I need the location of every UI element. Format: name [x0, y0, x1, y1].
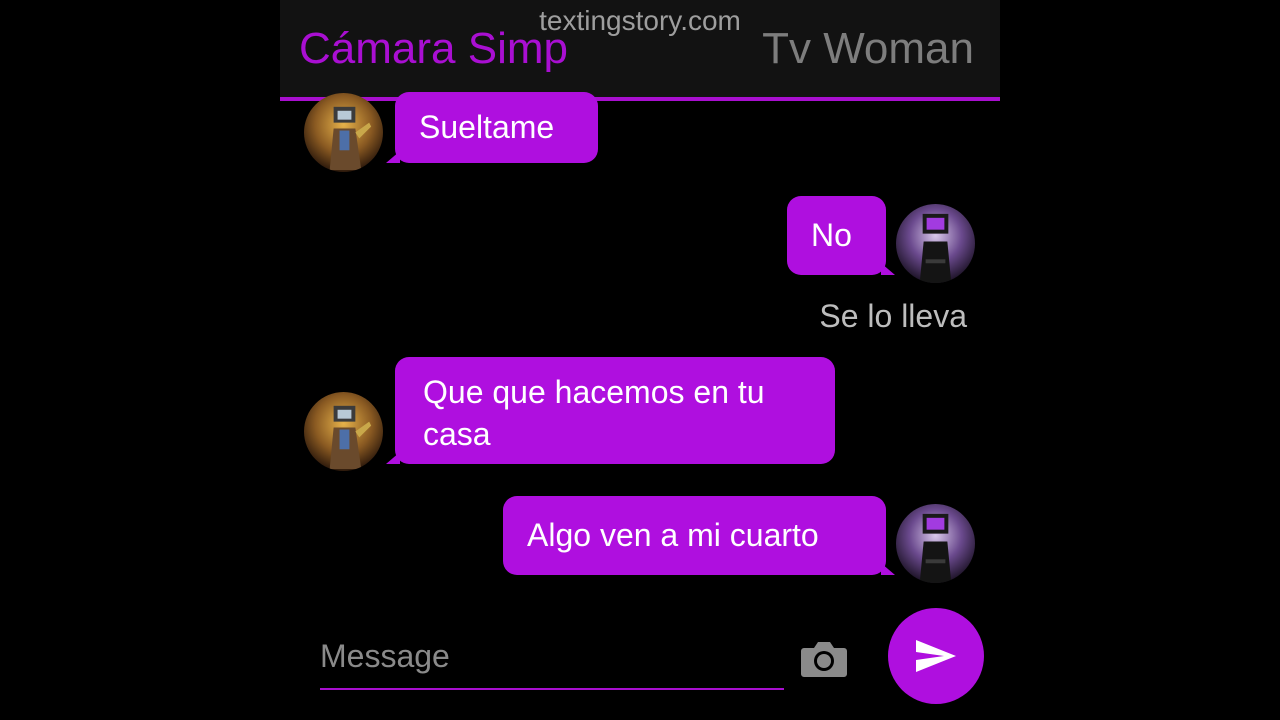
message-bubble-incoming: Que que hacemos en tu casa: [386, 357, 835, 464]
tv-woman-avatar-icon: [896, 204, 975, 283]
send-button[interactable]: [888, 608, 984, 704]
chat-screen: textingstory.com Cámara Simp Tv Woman Su…: [280, 0, 1000, 720]
message-bubble-incoming: Sueltame: [386, 92, 598, 163]
tv-woman-avatar-icon: [896, 504, 975, 583]
message-text: Que que hacemos en tu casa: [423, 374, 765, 452]
message-input[interactable]: [320, 630, 784, 675]
left-contact-avatar: [304, 392, 383, 471]
message-text: No: [811, 217, 852, 253]
right-contact-name: Tv Woman: [762, 24, 974, 73]
camera-icon[interactable]: [800, 640, 848, 678]
message-text: Algo ven a mi cuarto: [527, 517, 819, 553]
camera-man-avatar-icon: [304, 93, 383, 172]
message-composer: [320, 630, 784, 690]
send-icon: [916, 640, 956, 672]
bubble-tail: [386, 452, 400, 464]
left-contact-name: Cámara Simp: [299, 24, 568, 73]
right-contact-avatar: [896, 504, 975, 583]
right-contact-avatar: [896, 204, 975, 283]
bubble-tail: [881, 563, 895, 575]
chat-header: textingstory.com Cámara Simp Tv Woman: [280, 0, 1000, 101]
narration-text: Se lo lleva: [819, 298, 967, 334]
message-text: Sueltame: [419, 109, 555, 145]
bubble-tail: [881, 263, 895, 275]
camera-man-avatar-icon: [304, 392, 383, 471]
left-contact-avatar: [304, 93, 383, 172]
bubble-tail: [386, 151, 400, 163]
message-bubble-outgoing: No: [787, 196, 895, 275]
message-bubble-outgoing: Algo ven a mi cuarto: [503, 496, 895, 575]
